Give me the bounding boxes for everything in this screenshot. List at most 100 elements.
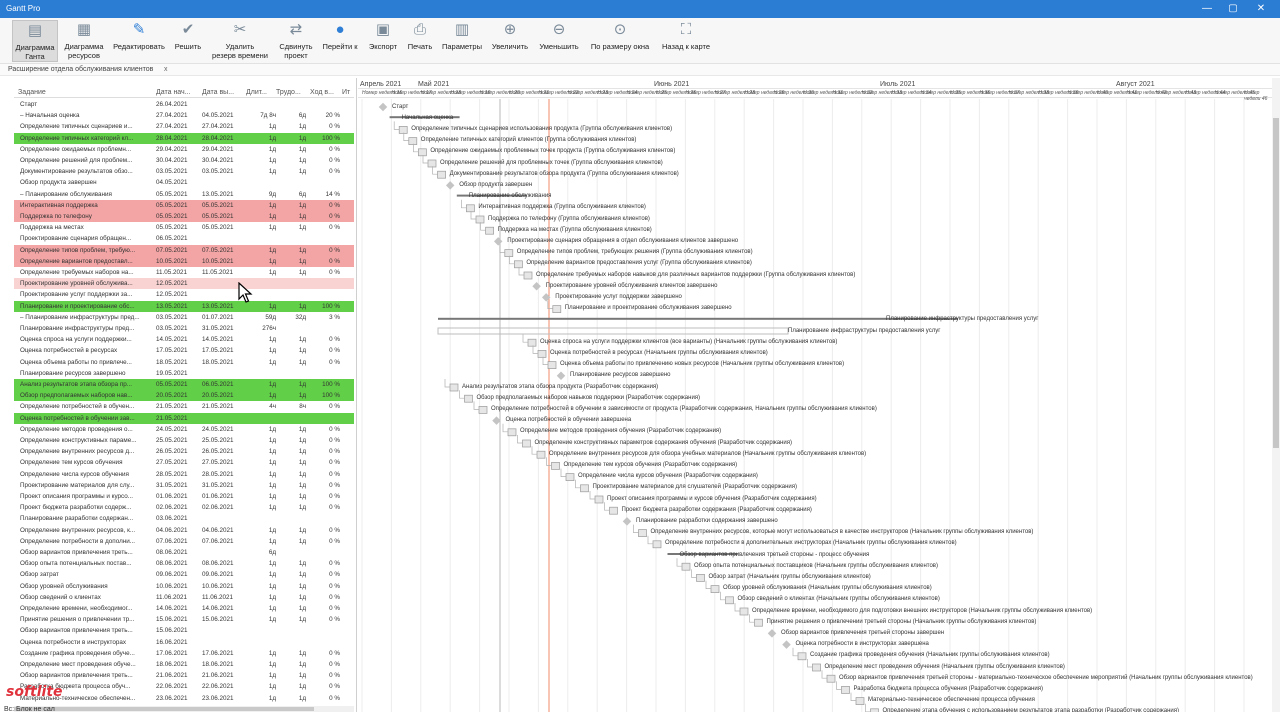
table-row[interactable]: Определение потребностей в обучен... 21.0…: [14, 401, 354, 412]
table-row[interactable]: Обзор продукта завершен 04.05.2021: [14, 177, 354, 188]
table-row[interactable]: Определение решений для проблем... 30.04.…: [14, 155, 354, 166]
table-row[interactable]: Обзор вариантов привлечения треть... 21.0…: [14, 670, 354, 681]
summary-bar[interactable]: [438, 317, 958, 320]
table-row[interactable]: Проект описания программы и курсо... 01.0…: [14, 491, 354, 502]
table-row[interactable]: Документирование результатов обзо... 03.0…: [14, 166, 354, 177]
table-row[interactable]: Оценка потребностей в обучении зав... 21.…: [14, 412, 354, 424]
column-header[interactable]: Задание: [18, 89, 46, 96]
table-row[interactable]: Обзор сведений о клиентах 11.06.2021 11.06…: [14, 592, 354, 603]
task-bar[interactable]: [552, 305, 562, 313]
task-bar[interactable]: [466, 204, 475, 213]
fit-button[interactable]: ⊙ По размеру окна: [586, 20, 654, 62]
task-bar[interactable]: [437, 170, 446, 179]
grid-splitter[interactable]: [356, 78, 357, 712]
zoom-in-button[interactable]: ⊕ Увеличить: [488, 20, 532, 62]
edit-button[interactable]: ✎ Редактировать: [110, 20, 168, 62]
grid-horizontal-scrollbar[interactable]: [14, 706, 354, 712]
table-row[interactable]: Определение типов проблем, требую... 07.0…: [14, 244, 354, 256]
scrollbar-thumb[interactable]: [14, 707, 314, 711]
table-row[interactable]: Проектирование материалов для слу... 31.0…: [14, 480, 354, 491]
table-row[interactable]: – Начальная оценка 27.04.2021 04.05.2021 7д…: [14, 110, 354, 121]
table-row[interactable]: Определение тем курсов обучения 27.05.202…: [14, 457, 354, 468]
print-button[interactable]: ⎙ Печать: [404, 20, 436, 62]
table-row[interactable]: Определение типичных категорий кл... 28.0…: [14, 132, 354, 144]
milestone-marker[interactable]: [622, 517, 632, 526]
milestone-marker[interactable]: [532, 281, 541, 291]
task-bar[interactable]: [696, 574, 705, 582]
task-bar[interactable]: [565, 473, 575, 481]
task-bar[interactable]: [797, 652, 807, 661]
vertical-scrollbar[interactable]: [1272, 78, 1280, 712]
goto-button[interactable]: ● Перейти к: [320, 20, 360, 62]
table-row[interactable]: Планирование и проектирование обс... 13.0…: [14, 300, 354, 312]
resource-button[interactable]: ▦ Диаграмма ресурсов: [62, 20, 106, 62]
task-bar[interactable]: [449, 383, 459, 392]
column-header[interactable]: Трудо...: [276, 89, 301, 96]
project-tab[interactable]: Расширение отдела обслуживания клиентов: [8, 66, 153, 73]
remove-slack-button[interactable]: ✂ Удалить резерв времени: [208, 20, 272, 62]
table-row[interactable]: Планирование ресурсов завершено 19.05.202…: [14, 368, 354, 379]
column-header[interactable]: Ход в...: [310, 89, 334, 96]
task-bar[interactable]: [855, 697, 865, 705]
milestone-marker[interactable]: [556, 371, 566, 381]
table-row[interactable]: Обзор вариантов привлечения треть... 15.0…: [14, 625, 354, 636]
back-map-button[interactable]: ⛶ Назад к карте: [658, 20, 714, 62]
solve-button[interactable]: ✔ Решить: [172, 20, 204, 62]
task-bar[interactable]: [754, 618, 763, 627]
milestone-marker[interactable]: [378, 102, 388, 112]
task-bar[interactable]: [739, 607, 749, 616]
task-bar[interactable]: [514, 260, 523, 269]
table-row[interactable]: Проектирование сценария обращен... 06.05.…: [14, 233, 354, 244]
task-bar[interactable]: [527, 338, 537, 347]
table-row[interactable]: Определение методов проведения о... 24.05…: [14, 424, 354, 435]
task-bar[interactable]: [475, 215, 485, 224]
task-bar[interactable]: [547, 361, 557, 369]
task-bar[interactable]: [523, 271, 533, 280]
task-bar[interactable]: [536, 450, 546, 459]
project-tab-close-icon[interactable]: x: [164, 66, 168, 73]
zoom-out-button[interactable]: ⊖ Уменьшить: [536, 20, 582, 62]
close-button[interactable]: ✕: [1246, 1, 1276, 17]
table-row[interactable]: Обзор предполагаемых наборов нав... 20.05…: [14, 390, 354, 402]
table-row[interactable]: Обзор затрат 09.06.2021 09.06.2021 1д 1д 0 %: [14, 569, 354, 580]
export-button[interactable]: ▣ Экспорт: [366, 20, 400, 62]
shift-project-button[interactable]: ⇄ Сдвинуть проект: [276, 20, 316, 62]
column-header[interactable]: Ит: [342, 89, 350, 96]
task-bar[interactable]: [652, 540, 662, 549]
table-row[interactable]: Планирование инфраструктуры пред... 03.05…: [14, 323, 354, 334]
maximize-button[interactable]: ▢: [1218, 1, 1248, 17]
milestone-marker[interactable]: [782, 640, 791, 649]
table-row[interactable]: – Планирование обслуживания 05.05.2021 13.…: [14, 189, 354, 200]
table-row[interactable]: Оценка потребностей в ресурсах 17.05.2021…: [14, 345, 354, 356]
gantt-button[interactable]: ▤ Диаграмма Ганта: [12, 20, 58, 62]
task-bar[interactable]: [427, 159, 437, 168]
table-row[interactable]: Старт 26.04.2021: [14, 99, 354, 110]
table-row[interactable]: Определение вариантов предоставл... 10.05…: [14, 255, 354, 267]
table-row[interactable]: Оценка спроса на услуги поддержки... 14.0…: [14, 334, 354, 345]
task-bar[interactable]: [594, 495, 604, 504]
task-bar[interactable]: [537, 350, 547, 358]
settings-button[interactable]: ▥ Параметры: [440, 20, 484, 62]
table-row[interactable]: Разработка бюджета процесса обуч... 22.06…: [14, 681, 354, 692]
table-row[interactable]: Определение конструктивных параме... 25.0…: [14, 435, 354, 446]
table-row[interactable]: Проектирование уровней обслужива... 12.05…: [14, 278, 354, 290]
table-row[interactable]: Анализ результатов этапа обзора пр... 05.…: [14, 379, 354, 391]
scrollbar-thumb[interactable]: [1273, 118, 1279, 448]
task-bar[interactable]: [478, 406, 488, 414]
table-row[interactable]: Обзор вариантов привлечения треть... 08.0…: [14, 547, 354, 558]
task-bar[interactable]: [522, 439, 531, 448]
table-row[interactable]: Оценка объема работы по привлече... 18.05…: [14, 357, 354, 368]
table-row[interactable]: Интерактивная поддержка 05.05.2021 05.05.2…: [14, 199, 354, 211]
task-bar[interactable]: [681, 562, 691, 571]
task-bar[interactable]: [870, 708, 879, 712]
task-bar[interactable]: [437, 327, 789, 335]
table-row[interactable]: Определение внутренних ресурсов, к... 04.…: [14, 525, 354, 536]
task-bar[interactable]: [580, 484, 589, 493]
table-row[interactable]: Определение типичных сценариев и... 27.04…: [14, 121, 354, 132]
task-bar[interactable]: [504, 249, 514, 257]
table-row[interactable]: Поддержка на местах 05.05.2021 05.05.2021 1…: [14, 222, 354, 233]
table-row[interactable]: Определение времени, необходимог... 14.06…: [14, 603, 354, 614]
table-row[interactable]: Обзор уровней обслуживания 10.06.2021 10.0…: [14, 581, 354, 592]
task-bar[interactable]: [609, 506, 618, 515]
table-row[interactable]: Определение ожидаемых проблемн... 29.04.2…: [14, 144, 354, 155]
